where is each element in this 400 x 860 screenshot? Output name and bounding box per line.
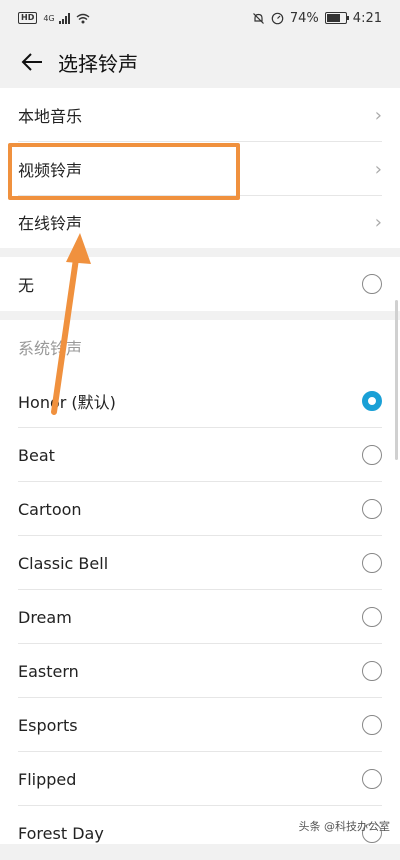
source-label: 在线铃声	[18, 214, 83, 233]
status-right: 74% 4:21	[252, 11, 382, 26]
status-left: HD 4G	[18, 12, 90, 24]
ringtone-label: Esports	[18, 715, 78, 735]
source-label: 本地音乐	[18, 107, 83, 126]
speedometer-icon	[271, 12, 284, 24]
ringtone-label: Dream	[18, 607, 72, 627]
radio-button[interactable]	[362, 715, 382, 735]
radio-button[interactable]	[362, 553, 382, 573]
network-type: 4G	[43, 13, 55, 23]
chevron-right-icon: ›	[374, 158, 382, 180]
watermark: 头条 @科技办公室	[298, 820, 391, 833]
ringtone-item[interactable]: Flipped	[0, 752, 400, 806]
radio-button[interactable]	[362, 274, 382, 294]
radio-button-selected[interactable]	[362, 391, 382, 411]
source-online-ringtone[interactable]: 在线铃声 ›	[0, 196, 400, 248]
signal-icon	[58, 12, 70, 24]
hd-icon: HD	[18, 12, 38, 24]
ringtone-label: Beat	[18, 445, 55, 465]
ringtone-item[interactable]: Beat	[0, 428, 400, 482]
ringtone-source-list: 本地音乐 › 视频铃声 › 在线铃声 ›	[0, 88, 400, 248]
battery-percent: 74%	[289, 10, 319, 26]
chevron-right-icon: ›	[374, 211, 382, 233]
scrollbar[interactable]	[395, 300, 398, 460]
arrow-left-icon	[21, 53, 42, 71]
option-none[interactable]: 无	[0, 257, 400, 311]
source-label: 视频铃声	[18, 161, 83, 180]
wifi-icon	[76, 13, 90, 23]
ringtone-label: Eastern	[18, 661, 79, 681]
ringtone-item[interactable]: Esports	[0, 698, 400, 752]
radio-button[interactable]	[362, 607, 382, 627]
radio-button[interactable]	[362, 769, 382, 789]
source-local-music[interactable]: 本地音乐 ›	[0, 88, 400, 142]
ringtone-label: Classic Bell	[18, 553, 109, 573]
status-bar: HD 4G 74% 4:21	[0, 0, 400, 36]
ringtone-item[interactable]: Eastern	[0, 644, 400, 698]
ringtone-item[interactable]: Honor (默认)	[0, 374, 400, 428]
chevron-right-icon: ›	[374, 104, 382, 126]
ringtone-label: Honor (默认)	[18, 393, 116, 412]
option-label: 无	[18, 276, 35, 295]
radio-button[interactable]	[362, 499, 382, 519]
radio-button[interactable]	[362, 445, 382, 465]
ringtone-item[interactable]: Cartoon	[0, 482, 400, 536]
ringtone-label: Forest Day	[18, 823, 104, 843]
page-title: 选择铃声	[58, 51, 138, 76]
battery-fill	[326, 14, 341, 22]
app-header: 选择铃声	[0, 36, 400, 88]
system-ringtones-card: 系统铃声 Honor (默认) Beat Cartoon Classic Bell Dr…	[0, 320, 400, 844]
back-button[interactable]	[14, 44, 50, 80]
ringtone-item[interactable]: Classic Bell	[0, 536, 400, 590]
ringtone-item[interactable]: Dream	[0, 590, 400, 644]
system-ringtone-list: Honor (默认) Beat Cartoon Classic Bell Dream Ea…	[0, 374, 400, 860]
section-title: 系统铃声	[18, 339, 83, 358]
source-video-ringtone[interactable]: 视频铃声 ›	[0, 142, 400, 196]
bell-muted-icon	[252, 12, 264, 24]
battery-icon	[324, 12, 349, 24]
radio-button[interactable]	[362, 661, 382, 681]
none-option-card: 无	[0, 257, 400, 311]
ringtone-label: Cartoon	[18, 499, 82, 519]
ringtone-label: Flipped	[18, 769, 77, 789]
clock: 4:21	[352, 10, 382, 26]
